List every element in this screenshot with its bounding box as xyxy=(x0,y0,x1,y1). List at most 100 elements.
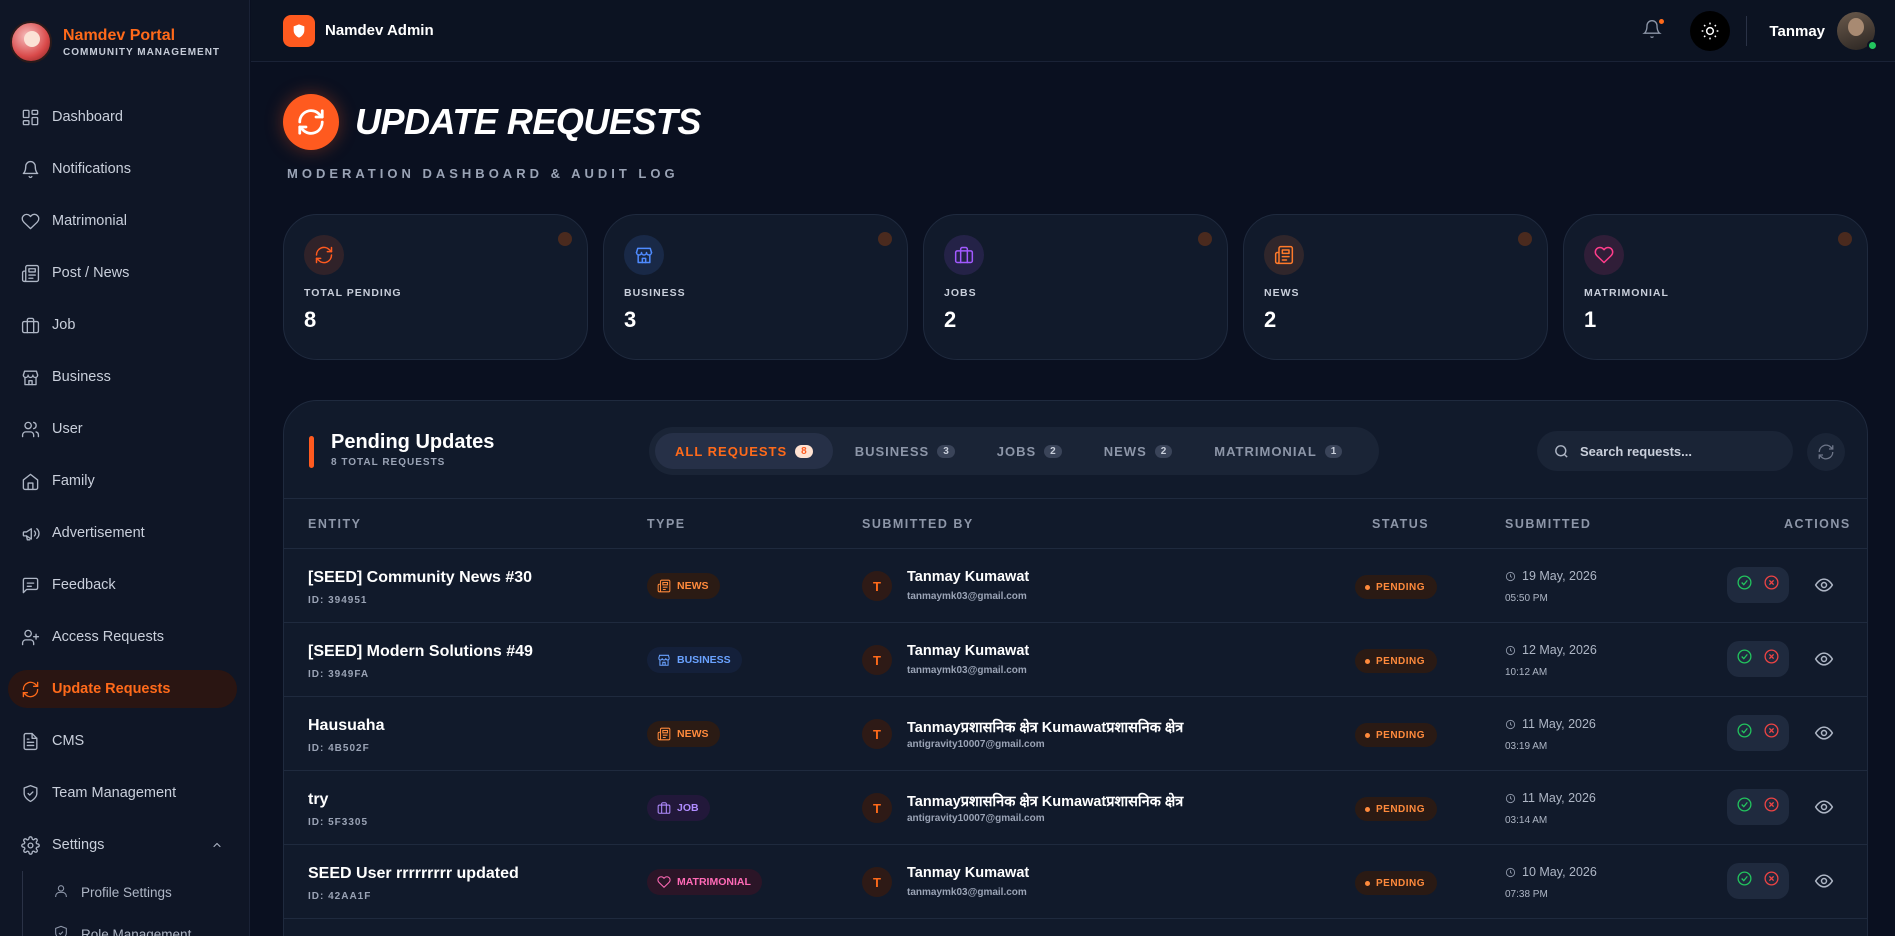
approve-button[interactable] xyxy=(1736,574,1753,596)
tab-all-requests[interactable]: ALL REQUESTS 8 xyxy=(655,433,833,469)
submitter-name: Tanmayप्रशासनिक क्षेत्र Kumawatप्रशासनिक… xyxy=(907,794,1184,810)
brand[interactable]: Namdev Portal COMMUNITY MANAGEMENT xyxy=(0,0,249,84)
stat-card-total-pending[interactable]: TOTAL PENDING 8 xyxy=(283,214,588,360)
sidebar-item-cms[interactable]: CMS xyxy=(0,715,249,767)
status-label: PENDING xyxy=(1376,729,1426,741)
entity-id: ID: 394951 xyxy=(308,595,368,606)
reject-button[interactable] xyxy=(1763,796,1780,818)
sidebar-item-business[interactable]: Business xyxy=(0,351,249,403)
briefcase-icon xyxy=(944,235,984,275)
stat-card-news[interactable]: NEWS 2 xyxy=(1243,214,1548,360)
approve-button[interactable] xyxy=(1736,722,1753,744)
sidebar-item-matrimonial[interactable]: Matrimonial xyxy=(0,195,249,247)
view-button[interactable] xyxy=(1814,723,1836,745)
approve-button[interactable] xyxy=(1736,870,1753,892)
sidebar-item-job[interactable]: Job xyxy=(0,299,249,351)
view-button[interactable] xyxy=(1814,797,1836,819)
view-button[interactable] xyxy=(1814,871,1836,893)
sidebar-nav: Dashboard Notifications Matrimonial Post / … xyxy=(0,91,249,871)
reject-button[interactable] xyxy=(1763,648,1780,670)
table-row[interactable]: [SEED] Modern Solutions #49 ID: 3949FA BUS… xyxy=(284,623,1867,697)
table-row[interactable]: try ID: 5F3305 JOB T Tanmayप्रशासनिक क्षेत्र… xyxy=(284,771,1867,845)
submitter-name: Tanmay Kumawat xyxy=(907,643,1030,659)
newspaper-icon xyxy=(657,579,677,593)
sidebar-item-dashboard[interactable]: Dashboard xyxy=(0,91,249,143)
table-row[interactable]: SEED User rrrrrrrrr updated ID: 42AA1F MAT… xyxy=(284,845,1867,919)
refresh-icon xyxy=(283,94,339,150)
bell-icon xyxy=(20,159,40,179)
chevron-up-icon[interactable] xyxy=(211,839,223,851)
user-avatar[interactable] xyxy=(1837,12,1878,51)
sidebar-item-label: Notifications xyxy=(52,161,131,177)
status-label: PENDING xyxy=(1376,877,1426,889)
tab-jobs[interactable]: JOBS 2 xyxy=(977,433,1082,469)
user-name[interactable]: Tanmay xyxy=(1769,23,1825,40)
notifications-bell-icon[interactable] xyxy=(1642,19,1666,43)
sidebar-item-label: Business xyxy=(52,369,111,385)
view-button[interactable] xyxy=(1814,575,1836,597)
approve-reject-group xyxy=(1727,567,1789,603)
sidebar-item-label: CMS xyxy=(52,733,85,749)
pending-updates-panel: Pending Updates 8 TOTAL REQUESTS ALL REQ… xyxy=(283,400,1868,936)
stat-card-jobs[interactable]: JOBS 2 xyxy=(923,214,1228,360)
table-row[interactable]: [SEED] Community News #30 ID: 394951 NEWS T… xyxy=(284,549,1867,623)
stat-card-matrimonial[interactable]: MATRIMONIAL 1 xyxy=(1563,214,1868,360)
title-accent-bar xyxy=(309,436,314,468)
tab-count-badge: 8 xyxy=(795,444,813,458)
sidebar-subitem-role-management[interactable]: Role Management xyxy=(23,913,249,936)
submitted-time: 03:19 AM xyxy=(1505,741,1548,752)
tab-matrimonial[interactable]: MATRIMONIAL 1 xyxy=(1194,433,1362,469)
approve-button[interactable] xyxy=(1736,648,1753,670)
sidebar-item-notifications[interactable]: Notifications xyxy=(0,143,249,195)
sidebar-item-label: Job xyxy=(52,317,76,333)
clock-icon xyxy=(1505,793,1516,803)
sidebar-item-label: Advertisement xyxy=(52,525,145,541)
submitter-avatar: T xyxy=(862,719,892,749)
sidebar-item-family[interactable]: Family xyxy=(0,455,249,507)
sidebar-item-user[interactable]: User xyxy=(0,403,249,455)
sidebar-item-post-news[interactable]: Post / News xyxy=(0,247,249,299)
tab-label: MATRIMONIAL xyxy=(1214,443,1317,459)
sidebar-subitem-label: Role Management xyxy=(81,926,192,936)
clock-icon xyxy=(1505,719,1516,729)
tab-count-badge: 2 xyxy=(1044,444,1062,458)
check-circle-icon xyxy=(1737,575,1752,590)
search-box[interactable] xyxy=(1537,431,1793,471)
reject-button[interactable] xyxy=(1763,870,1780,892)
approve-button[interactable] xyxy=(1736,796,1753,818)
shield-icon xyxy=(53,925,81,936)
stat-card-business[interactable]: BUSINESS 3 xyxy=(603,214,908,360)
x-circle-icon xyxy=(1764,723,1779,738)
approve-reject-group xyxy=(1727,641,1789,677)
table-row[interactable]: Hausuaha ID: 4B502F NEWS T Tanmayप्रशासनिक क… xyxy=(284,697,1867,771)
reject-button[interactable] xyxy=(1763,574,1780,596)
sidebar-item-label: Post / News xyxy=(52,265,130,281)
submitted-time: 07:38 PM xyxy=(1505,889,1548,900)
submitter-email: tanmaymk03@gmail.com xyxy=(907,591,1027,602)
sidebar-item-advertisement[interactable]: Advertisement xyxy=(0,507,249,559)
sidebar-item-settings[interactable]: Settings xyxy=(0,819,249,871)
sidebar-item-feedback[interactable]: Feedback xyxy=(0,559,249,611)
type-label: BUSINESS xyxy=(677,654,731,666)
search-input[interactable] xyxy=(1580,443,1780,459)
view-button[interactable] xyxy=(1814,649,1836,671)
tab-news[interactable]: NEWS 2 xyxy=(1084,433,1193,469)
sidebar-item-label: Family xyxy=(52,473,95,489)
col-type: TYPE xyxy=(647,516,686,531)
reject-button[interactable] xyxy=(1763,722,1780,744)
sidebar-item-access-requests[interactable]: Access Requests xyxy=(0,611,249,663)
tab-business[interactable]: BUSINESS 3 xyxy=(835,433,975,469)
submitter-avatar: T xyxy=(862,571,892,601)
stat-value: 2 xyxy=(1264,307,1277,332)
indicator-dot xyxy=(1198,232,1212,246)
type-badge: NEWS xyxy=(647,573,720,599)
sidebar-subitem-profile-settings[interactable]: Profile Settings xyxy=(23,871,249,913)
refresh-button[interactable] xyxy=(1807,433,1845,471)
stat-label: TOTAL PENDING xyxy=(304,287,402,299)
approve-reject-group xyxy=(1727,789,1789,825)
theme-toggle-button[interactable] xyxy=(1690,11,1731,51)
sidebar-item-team-management[interactable]: Team Management xyxy=(0,767,249,819)
sidebar-item-update-requests[interactable]: Update Requests xyxy=(0,663,249,715)
megaphone-icon xyxy=(20,523,40,543)
submitted-date: 10 May, 2026 xyxy=(1505,865,1597,879)
